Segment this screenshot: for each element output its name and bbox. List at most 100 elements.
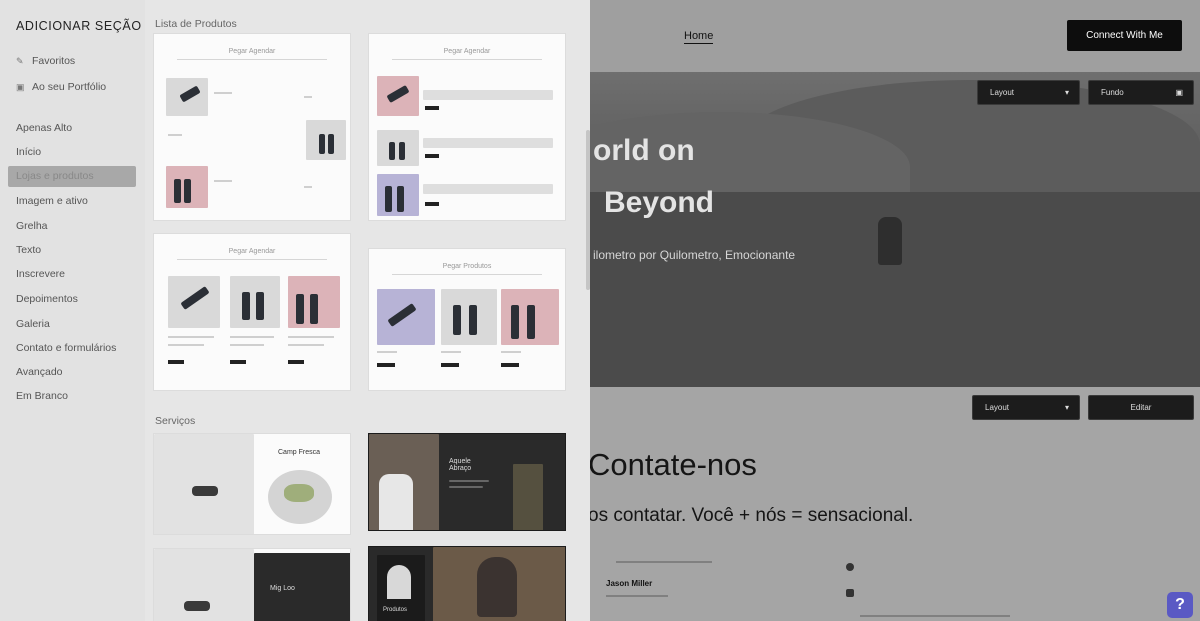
- product-thumb: [306, 120, 346, 160]
- chevron-down-icon: ▾: [1064, 88, 1069, 97]
- hero-heading-line2: Beyond: [604, 186, 715, 219]
- section-templates-panel: Lista de Produtos Pegar Agendar Pegar Ag…: [145, 0, 590, 621]
- chevron-down-icon: ▾: [1064, 403, 1069, 412]
- buy-button-mini: [441, 363, 459, 367]
- sidebar-item-galeria[interactable]: Galeria: [16, 318, 50, 330]
- hero-layout-label: Layout: [990, 88, 1015, 97]
- card-title: Pegar Produtos: [369, 263, 565, 275]
- text-line: [288, 344, 324, 346]
- image-icon: ▣: [1175, 88, 1183, 97]
- text-line: [616, 561, 712, 563]
- phone-icon: [846, 589, 854, 597]
- site-preview: Home Connect With Me orld on Beyond ilom…: [590, 0, 1200, 621]
- service-image: [154, 434, 254, 534]
- product-image: [328, 134, 334, 154]
- card-title: Pegar Agendar: [154, 248, 350, 260]
- contact-name: Jason Miller: [606, 579, 653, 588]
- text-line: [230, 336, 274, 338]
- buy-button-mini: [501, 363, 519, 367]
- sidebar-link-label: Favoritos: [32, 55, 76, 67]
- template-card-service-1[interactable]: Camp Fresca: [153, 433, 351, 535]
- service-title: Produtos: [383, 607, 408, 613]
- section-layout-label: Layout: [985, 403, 1010, 412]
- sidebar-item-texto[interactable]: Texto: [16, 244, 41, 256]
- service-photo-2: [513, 464, 543, 530]
- product-image: [511, 305, 519, 339]
- text-line: [214, 180, 232, 182]
- buy-button-mini: [425, 154, 439, 158]
- service-image-detail: [192, 486, 218, 496]
- hero-subtitle: ilometro por Quilometro, Emocionante: [593, 248, 796, 262]
- sidebar-link-portfolio[interactable]: ▣ Ao seu Portfólio: [16, 81, 106, 93]
- service-person-image: [379, 474, 413, 530]
- product-image: [296, 294, 304, 324]
- card-title: Pegar Agendar: [369, 48, 565, 60]
- contact-section: Layout ▾ Editar Contate-nos os contatar.…: [590, 387, 1200, 621]
- product-image: [469, 305, 477, 335]
- service-dark-panel: [254, 553, 350, 621]
- text-line: [214, 92, 232, 94]
- section-edit-button[interactable]: Editar: [1088, 395, 1194, 420]
- sidebar-item-inicio[interactable]: Início: [16, 146, 41, 158]
- product-row-bar: [423, 138, 553, 148]
- service-title: Mig Loo: [270, 585, 295, 592]
- buy-button-mini: [230, 360, 246, 364]
- service-person-photo: [477, 557, 517, 617]
- text-line: [501, 351, 521, 353]
- text-line: [304, 96, 312, 98]
- product-image: [399, 142, 405, 160]
- help-button[interactable]: ?: [1167, 592, 1193, 618]
- sidebar-item-label: Lojas e produtos: [16, 170, 94, 182]
- sidebar-item-lojas[interactable]: Lojas e produtos: [8, 166, 136, 187]
- section-edit-label: Editar: [1130, 403, 1152, 412]
- product-image: [310, 294, 318, 324]
- sidebar-item-imagem[interactable]: Imagem e ativo: [16, 195, 88, 207]
- folder-icon: ▣: [16, 81, 25, 92]
- template-card-service-4[interactable]: Produtos: [368, 546, 566, 621]
- sidebar-item-contato[interactable]: Contato e formulários: [16, 342, 116, 354]
- hero-fundo-label: Fundo: [1101, 88, 1124, 97]
- service-title: Camp Fresca: [278, 449, 321, 456]
- text-line: [304, 186, 312, 188]
- template-card-product-list-2[interactable]: Pegar Agendar: [368, 33, 566, 221]
- product-row-bar: [423, 90, 553, 100]
- sidebar-item-avancado[interactable]: Avançado: [16, 366, 63, 378]
- sidebar-item-grelha[interactable]: Grelha: [16, 220, 48, 232]
- text-line: [860, 615, 1010, 617]
- location-icon: [846, 563, 854, 571]
- hero-hiker-figure: [878, 217, 902, 265]
- text-line: [449, 480, 489, 482]
- sidebar-item-apenas-alto[interactable]: Apenas Alto: [16, 122, 72, 134]
- app-root: ADICIONAR SEÇÃO ✎ Favoritos ▣ Ao seu Por…: [0, 0, 1200, 621]
- product-row-bar: [423, 184, 553, 194]
- contact-subheading: os contatar. Você + nós = sensacional.: [590, 505, 914, 526]
- sidebar-item-depoimentos[interactable]: Depoimentos: [16, 293, 78, 305]
- sidebar-item-branco[interactable]: Em Branco: [16, 390, 68, 402]
- text-line: [449, 486, 483, 488]
- product-image: [453, 305, 461, 335]
- sidebar-item-inscrever[interactable]: Inscrevere: [16, 268, 65, 280]
- service-image-detail: [184, 601, 210, 611]
- service-person-image: [387, 565, 411, 599]
- section-layout-button[interactable]: Layout ▾: [972, 395, 1080, 420]
- template-card-product-grid-1[interactable]: Pegar Agendar: [153, 233, 351, 391]
- text-line: [168, 344, 204, 346]
- section-label-products: Lista de Produtos: [155, 18, 237, 30]
- buy-button-mini: [377, 363, 395, 367]
- card-title: Pegar Agendar: [154, 48, 350, 60]
- sidebar-link-label: Ao seu Portfólio: [32, 81, 107, 93]
- hero-fundo-button[interactable]: Fundo ▣: [1088, 80, 1194, 105]
- sidebar-link-favorites[interactable]: ✎ Favoritos: [16, 55, 75, 67]
- template-card-product-grid-2[interactable]: Pegar Produtos: [368, 248, 566, 391]
- connect-button[interactable]: Connect With Me: [1067, 20, 1182, 51]
- template-card-service-2[interactable]: Aquele Abraço: [368, 433, 566, 531]
- contact-heading: Contate-nos: [590, 447, 757, 482]
- text-line: [288, 336, 334, 338]
- text-line: [441, 351, 461, 353]
- site-header: Home Connect With Me: [590, 0, 1200, 72]
- hero-layout-button[interactable]: Layout ▾: [977, 80, 1080, 105]
- template-card-service-3[interactable]: Mig Loo: [153, 548, 351, 621]
- nav-home-link[interactable]: Home: [684, 30, 714, 44]
- template-card-product-list-1[interactable]: Pegar Agendar: [153, 33, 351, 221]
- product-image: [242, 292, 250, 320]
